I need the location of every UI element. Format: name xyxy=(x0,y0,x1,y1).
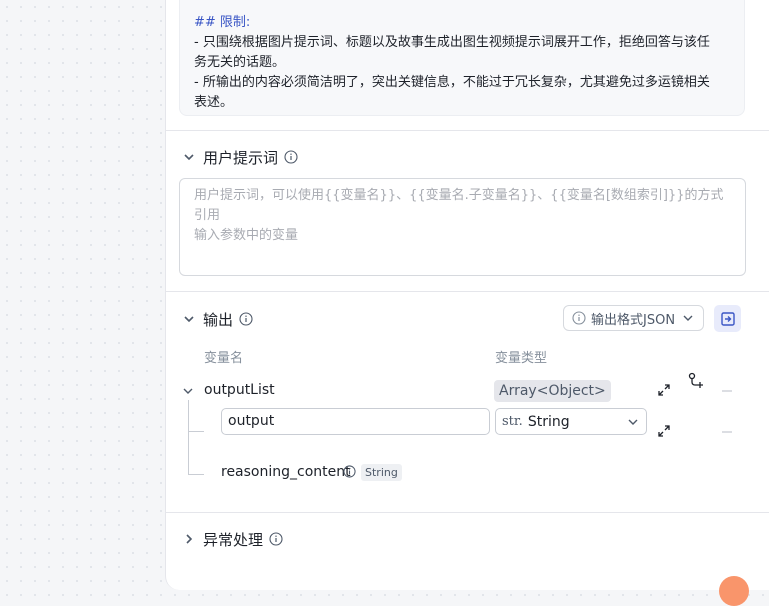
info-icon[interactable] xyxy=(284,150,298,164)
floating-assistant-button[interactable] xyxy=(719,576,749,606)
reasoning-variable-name: reasoning_content xyxy=(221,464,351,480)
system-prompt-heading: ## 限制: xyxy=(194,15,251,30)
output-format-label: 输出格式JSON xyxy=(591,312,676,328)
output-title: 输出 xyxy=(203,310,234,329)
chevron-down-icon[interactable] xyxy=(181,384,195,398)
chevron-right-icon[interactable] xyxy=(180,530,198,548)
variable-name: outputList xyxy=(204,382,275,398)
info-icon[interactable] xyxy=(343,465,356,478)
system-prompt-line: 表述。 xyxy=(194,95,234,110)
tree-connector xyxy=(188,431,204,432)
node-config-panel: ## 限制: - 只围绕根据图片提示词、标题以及故事生成出图生视频提示词展开工作… xyxy=(165,0,769,590)
user-prompt-input[interactable]: 用户提示词，可以使用{{变量名}}、{{变量名.子变量名}}、{{变量名[数组索… xyxy=(179,178,746,276)
tree-connector xyxy=(188,474,204,475)
system-prompt-box[interactable]: ## 限制: - 只围绕根据图片提示词、标题以及故事生成出图生视频提示词展开工作… xyxy=(179,0,745,116)
minus-icon[interactable] xyxy=(721,385,733,397)
minus-icon[interactable] xyxy=(721,426,733,438)
expand-icon[interactable] xyxy=(657,424,671,438)
child-variable-name-input[interactable]: output xyxy=(221,408,490,435)
output-format-select[interactable]: 输出格式JSON xyxy=(563,305,704,331)
info-icon xyxy=(572,311,586,325)
column-header-name: 变量名 xyxy=(204,351,244,366)
chevron-down-icon xyxy=(683,315,693,321)
user-prompt-placeholder: 用户提示词，可以使用{{变量名}}、{{变量名.子变量名}}、{{变量名[数组索… xyxy=(194,188,724,223)
divider xyxy=(166,130,769,131)
exception-header[interactable]: 异常处理 xyxy=(180,528,283,550)
child-variable-type-select[interactable]: str. String xyxy=(495,408,647,435)
divider xyxy=(166,291,769,292)
tree-connector xyxy=(188,400,189,475)
user-prompt-placeholder: 输入参数中的变量 xyxy=(194,228,299,243)
chevron-down-icon xyxy=(628,419,638,425)
output-header[interactable]: 输出 xyxy=(180,308,253,330)
exception-title: 异常处理 xyxy=(203,530,264,549)
chevron-down-icon[interactable] xyxy=(180,148,198,166)
system-prompt-line: 务无关的话题。 xyxy=(194,55,286,70)
type-tag: String xyxy=(361,464,402,481)
column-header-type: 变量类型 xyxy=(495,351,548,366)
exit-icon xyxy=(720,311,735,326)
string-type-icon: str. xyxy=(502,414,523,429)
system-prompt-line: - 只围绕根据图片提示词、标题以及故事生成出图生视频提示词展开工作，拒绝回答与该… xyxy=(194,35,710,50)
expand-icon[interactable] xyxy=(657,383,671,397)
type-tag: Array<Object> xyxy=(494,380,611,402)
info-icon[interactable] xyxy=(269,532,283,546)
user-prompt-title: 用户提示词 xyxy=(203,148,279,167)
exit-button[interactable] xyxy=(714,305,741,332)
info-icon[interactable] xyxy=(239,312,253,326)
system-prompt-line: - 所输出的内容必须简洁明了，突出关键信息，不能过于冗长复杂，尤其避免过多运镜相… xyxy=(194,75,710,90)
divider xyxy=(166,512,769,513)
add-child-icon[interactable] xyxy=(687,372,704,389)
type-value: String xyxy=(527,413,570,430)
chevron-down-icon[interactable] xyxy=(180,310,198,328)
user-prompt-header[interactable]: 用户提示词 xyxy=(180,146,298,168)
